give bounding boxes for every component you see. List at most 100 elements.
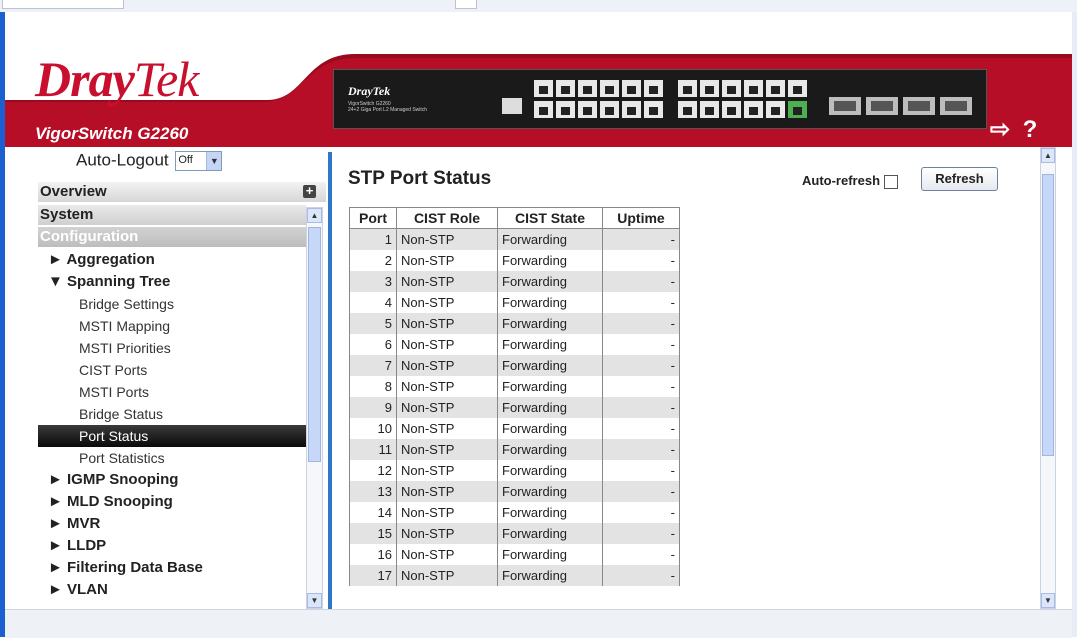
- nav-item[interactable]: MSTI Ports: [38, 381, 306, 403]
- table-row: 7 Non-STP Forwarding -: [349, 355, 680, 376]
- table-cell: -: [602, 271, 680, 292]
- auto-logout-select[interactable]: Off ▼: [175, 150, 223, 171]
- main-scrollbar[interactable]: ▲ ▼: [1040, 147, 1056, 609]
- table-cell: -: [602, 334, 680, 355]
- table-cell: 17: [349, 565, 397, 586]
- table-cell: Non-STP: [396, 481, 498, 502]
- nav-item[interactable]: ► Filtering Data Base: [38, 557, 306, 579]
- column-header: Uptime: [602, 207, 680, 229]
- table-cell: Forwarding: [497, 565, 603, 586]
- table-cell: Non-STP: [396, 565, 498, 586]
- table-cell: Forwarding: [497, 271, 603, 292]
- nav-item[interactable]: Port Status: [38, 425, 306, 447]
- scroll-thumb: [308, 227, 321, 462]
- table-cell: 15: [349, 523, 397, 544]
- table-cell: 7: [349, 355, 397, 376]
- stp-port-table: Port CIST Role CIST State Uptime 1 Non-STP Fo…: [349, 207, 680, 586]
- table-cell: 1: [349, 228, 397, 250]
- browser-tab[interactable]: [2, 0, 124, 9]
- auto-logout: Auto-Logout Off ▼: [76, 150, 223, 171]
- table-cell: Non-STP: [396, 228, 498, 250]
- table-row: 1 Non-STP Forwarding -: [349, 228, 680, 250]
- main-content: STP Port Status Auto-refresh Refresh Por…: [334, 147, 1040, 609]
- table-row: 11 Non-STP Forwarding -: [349, 439, 680, 460]
- table-cell: Non-STP: [396, 502, 498, 523]
- help-icon[interactable]: ?: [1017, 117, 1043, 143]
- table-cell: -: [602, 565, 680, 586]
- table-cell: 11: [349, 439, 397, 460]
- nav-item[interactable]: MSTI Priorities: [38, 337, 306, 359]
- table-cell: 16: [349, 544, 397, 565]
- nav-item[interactable]: Port Statistics: [38, 447, 306, 469]
- column-header: CIST Role: [396, 207, 498, 229]
- table-row: 12 Non-STP Forwarding -: [349, 460, 680, 481]
- table-row: 6 Non-STP Forwarding -: [349, 334, 680, 355]
- logout-icon[interactable]: ⇨: [987, 117, 1013, 143]
- pane-divider[interactable]: [328, 152, 332, 609]
- column-header: Port: [349, 207, 397, 229]
- nav-scrollbar[interactable]: ▲ ▼: [306, 207, 323, 609]
- table-cell: Forwarding: [497, 376, 603, 397]
- expand-icon[interactable]: +: [303, 184, 316, 198]
- scroll-down-icon: ▼: [307, 593, 322, 608]
- page-title: STP Port Status: [348, 168, 492, 189]
- nav-item[interactable]: ► VLAN: [38, 579, 306, 601]
- auto-refresh-checkbox[interactable]: [884, 174, 899, 189]
- refresh-button[interactable]: Refresh: [921, 167, 998, 191]
- nav-section-system[interactable]: System: [38, 205, 306, 225]
- scroll-up-icon: ▲: [307, 208, 322, 223]
- table-cell: -: [602, 355, 680, 376]
- table-cell: Forwarding: [497, 481, 603, 502]
- table-cell: -: [602, 460, 680, 481]
- table-row: 17 Non-STP Forwarding -: [349, 565, 680, 586]
- table-cell: Non-STP: [396, 250, 498, 271]
- header: DrayTek VigorSwitch G2260 DrayTek VigorS…: [5, 12, 1072, 147]
- table-cell: -: [602, 228, 680, 250]
- table-cell: Forwarding: [497, 460, 603, 481]
- browser-tab[interactable]: [455, 0, 477, 9]
- left-navigation: Auto-Logout Off ▼ Overview + System Conf…: [30, 147, 326, 609]
- nav-item[interactable]: CIST Ports: [38, 359, 306, 381]
- table-cell: Non-STP: [396, 460, 498, 481]
- table-row: 16 Non-STP Forwarding -: [349, 544, 680, 565]
- table-cell: Forwarding: [497, 355, 603, 376]
- table-cell: Non-STP: [396, 355, 498, 376]
- table-cell: 2: [349, 250, 397, 271]
- nav-item[interactable]: ▼ Spanning Tree: [38, 271, 306, 293]
- table-cell: -: [602, 313, 680, 334]
- table-cell: -: [602, 544, 680, 565]
- table-cell: -: [602, 439, 680, 460]
- table-cell: Non-STP: [396, 313, 498, 334]
- device-ports: [502, 80, 972, 118]
- table-row: 8 Non-STP Forwarding -: [349, 376, 680, 397]
- table-cell: -: [602, 250, 680, 271]
- auto-refresh-label: Auto-refresh: [802, 173, 881, 188]
- table-cell: -: [602, 376, 680, 397]
- table-cell: 9: [349, 397, 397, 418]
- table-cell: -: [602, 523, 680, 544]
- nav-item[interactable]: Bridge Settings: [38, 293, 306, 315]
- table-cell: -: [602, 418, 680, 439]
- table-row: 13 Non-STP Forwarding -: [349, 481, 680, 502]
- table-row: 5 Non-STP Forwarding -: [349, 313, 680, 334]
- table-row: 14 Non-STP Forwarding -: [349, 502, 680, 523]
- nav-section-configuration[interactable]: Configuration: [38, 227, 306, 247]
- nav-item[interactable]: Bridge Status: [38, 403, 306, 425]
- table-cell: 10: [349, 418, 397, 439]
- nav-item[interactable]: ► IGMP Snooping: [38, 469, 306, 491]
- nav-item[interactable]: ► MLD Snooping: [38, 491, 306, 513]
- table-cell: Non-STP: [396, 523, 498, 544]
- nav-section-overview[interactable]: Overview +: [38, 182, 326, 202]
- nav-item[interactable]: ► LLDP: [38, 535, 306, 557]
- table-cell: 13: [349, 481, 397, 502]
- table-cell: 12: [349, 460, 397, 481]
- table-cell: Forwarding: [497, 292, 603, 313]
- nav-item[interactable]: ► MVR: [38, 513, 306, 535]
- scroll-thumb: [1042, 174, 1054, 456]
- nav-item[interactable]: MSTI Mapping: [38, 315, 306, 337]
- chevron-down-icon: ▼: [206, 151, 222, 170]
- nav-item[interactable]: ► Aggregation: [38, 249, 306, 271]
- window-bottom: [5, 609, 1072, 638]
- table-cell: Non-STP: [396, 397, 498, 418]
- table-cell: Non-STP: [396, 439, 498, 460]
